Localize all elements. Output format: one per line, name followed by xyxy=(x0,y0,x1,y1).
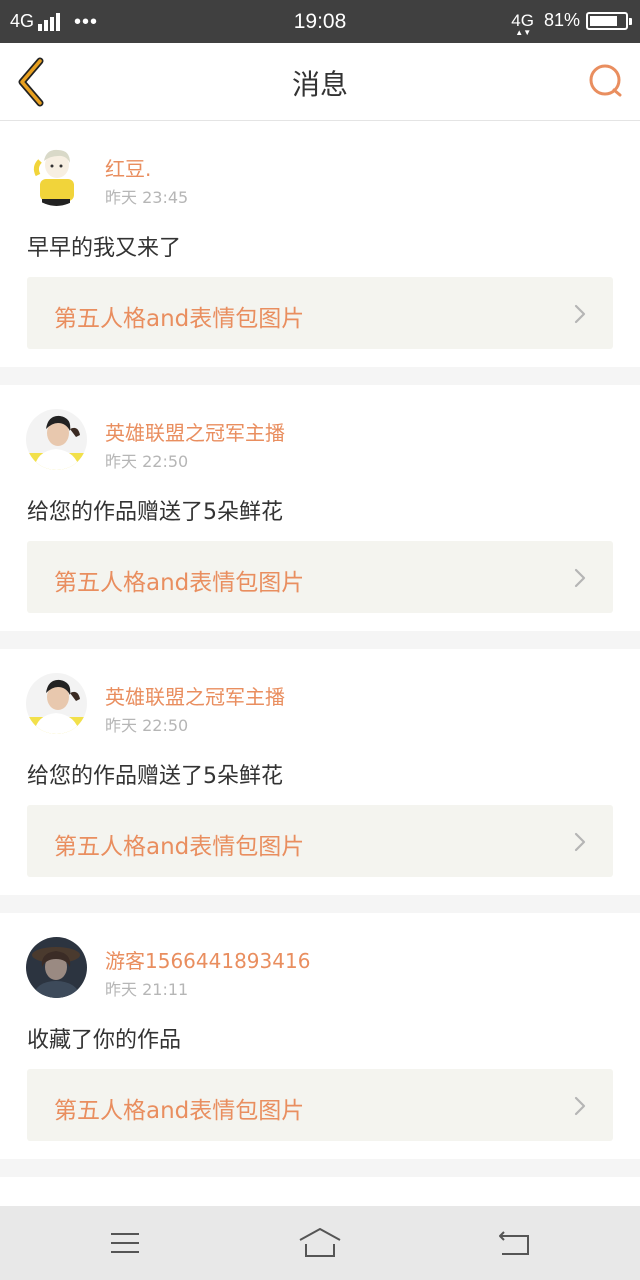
username[interactable]: 英雄联盟之冠军主播 xyxy=(105,681,285,710)
battery-percent: 81% xyxy=(543,10,580,30)
message-time: 昨天 22:50 xyxy=(105,716,189,735)
menu-button[interactable] xyxy=(105,1226,145,1260)
message-text: 给您的作品赠送了5朵鲜花 xyxy=(27,764,283,789)
avatar-dark-portrait-icon xyxy=(26,937,87,998)
username[interactable]: 红豆. xyxy=(105,153,151,182)
avatar-young-man-icon xyxy=(26,673,87,734)
avatar[interactable] xyxy=(26,673,87,734)
message-card: 英雄联盟之冠军主播 昨天 22:50 给您的作品赠送了5朵鲜花 第五人格and表… xyxy=(0,649,640,895)
work-title: 第五人格and表情包图片 xyxy=(54,834,305,860)
battery-icon xyxy=(586,11,632,30)
message-time: 昨天 21:11 xyxy=(105,980,189,999)
chevron-right-icon xyxy=(574,304,586,324)
header: 消息 xyxy=(0,43,640,121)
work-title: 第五人格and表情包图片 xyxy=(54,306,305,332)
avatar[interactable] xyxy=(26,937,87,998)
message-card: 英雄联盟之冠军主播 昨天 22:50 给您的作品赠送了5朵鲜花 第五人格and表… xyxy=(0,385,640,631)
search-icon xyxy=(589,64,622,97)
avatar-cartoon-girl-icon xyxy=(26,145,87,206)
message-card: 游客1566441893416 昨天 21:11 收藏了你的作品 第五人格and… xyxy=(0,913,640,1159)
bottom-nav xyxy=(0,1206,640,1280)
work-link[interactable]: 第五人格and表情包图片 xyxy=(27,1069,613,1141)
message-time: 昨天 23:45 xyxy=(105,188,189,207)
work-title: 第五人格and表情包图片 xyxy=(54,1098,305,1124)
message-text: 给您的作品赠送了5朵鲜花 xyxy=(27,500,283,525)
username[interactable]: 英雄联盟之冠军主播 xyxy=(105,417,285,446)
home-icon xyxy=(299,1228,341,1257)
work-title: 第五人格and表情包图片 xyxy=(54,570,305,596)
avatar[interactable] xyxy=(26,145,87,206)
work-link[interactable]: 第五人格and表情包图片 xyxy=(27,805,613,877)
username[interactable]: 游客1566441893416 xyxy=(105,945,310,974)
work-link[interactable]: 第五人格and表情包图片 xyxy=(27,541,613,613)
back-icon xyxy=(499,1231,529,1255)
chevron-right-icon xyxy=(574,1096,586,1116)
chevron-right-icon xyxy=(574,568,586,588)
search-button[interactable] xyxy=(586,61,626,101)
message-list: 红豆. 昨天 23:45 早早的我又来了 第五人格and表情包图片 英雄联盟之冠… xyxy=(0,121,640,1235)
status-bar: 4G ••• 19:08 4G ▲▼ 81% xyxy=(0,0,640,43)
message-text: 早早的我又来了 xyxy=(27,236,182,261)
system-back-button[interactable] xyxy=(496,1226,536,1260)
home-button[interactable] xyxy=(298,1226,342,1260)
battery-level xyxy=(590,15,617,26)
chevron-right-icon xyxy=(574,832,586,852)
data-arrows-icon: ▲▼ xyxy=(515,27,532,37)
message-text: 收藏了你的作品 xyxy=(27,1028,182,1053)
work-link[interactable]: 第五人格and表情包图片 xyxy=(27,277,613,349)
menu-icon xyxy=(111,1233,139,1253)
avatar-young-man-icon xyxy=(26,409,87,470)
avatar[interactable] xyxy=(26,409,87,470)
network-right-label: 4G ▲▼ xyxy=(511,10,534,37)
page-title: 消息 xyxy=(291,68,348,101)
message-card: 红豆. 昨天 23:45 早早的我又来了 第五人格and表情包图片 xyxy=(0,121,640,367)
message-time: 昨天 22:50 xyxy=(105,452,189,471)
